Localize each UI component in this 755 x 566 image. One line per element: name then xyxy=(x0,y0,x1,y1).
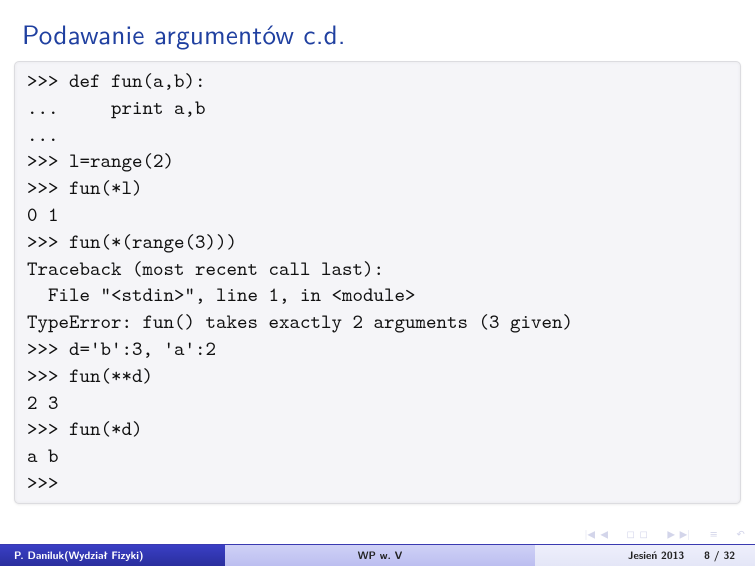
nav-next-icon[interactable]: ▶ xyxy=(667,527,675,541)
page-sep: / xyxy=(710,548,723,563)
nav-icons: |◀ ◀ ◻ ◻ ▶ ▶| ≡ ↶ xyxy=(584,526,745,542)
footer-page: 8 / 32 xyxy=(704,548,735,563)
nav-next-box-icon[interactable]: ◻ xyxy=(640,527,648,541)
code-block: >>> def fun(a,b): ... print a,b ... >>> … xyxy=(14,61,741,504)
slide-title: Podawanie argumentów c.d. xyxy=(0,0,755,61)
code-block-wrap: >>> def fun(a,b): ... print a,b ... >>> … xyxy=(14,61,741,504)
footer: P. Daniluk(Wydział Fizyki) WP w. V Jesie… xyxy=(0,544,755,566)
footer-author: P. Daniluk(Wydział Fizyki) xyxy=(0,544,225,566)
footer-date-page: Jesień 2013 8 / 32 xyxy=(535,544,755,566)
slide: Podawanie argumentów c.d. >>> def fun(a,… xyxy=(0,0,755,566)
nav-prev-box-icon[interactable]: ◻ xyxy=(627,527,635,541)
nav-menu-icon[interactable]: ≡ xyxy=(709,527,717,541)
nav-last-icon[interactable]: ▶| xyxy=(680,527,690,541)
nav-back-icon[interactable]: ↶ xyxy=(736,527,744,541)
footer-date: Jesień 2013 xyxy=(628,548,684,563)
page-total: 32 xyxy=(723,548,735,563)
nav-first-icon[interactable]: |◀ xyxy=(585,527,595,541)
footer-talk: WP w. V xyxy=(225,544,535,566)
nav-prev-icon[interactable]: ◀ xyxy=(600,527,608,541)
